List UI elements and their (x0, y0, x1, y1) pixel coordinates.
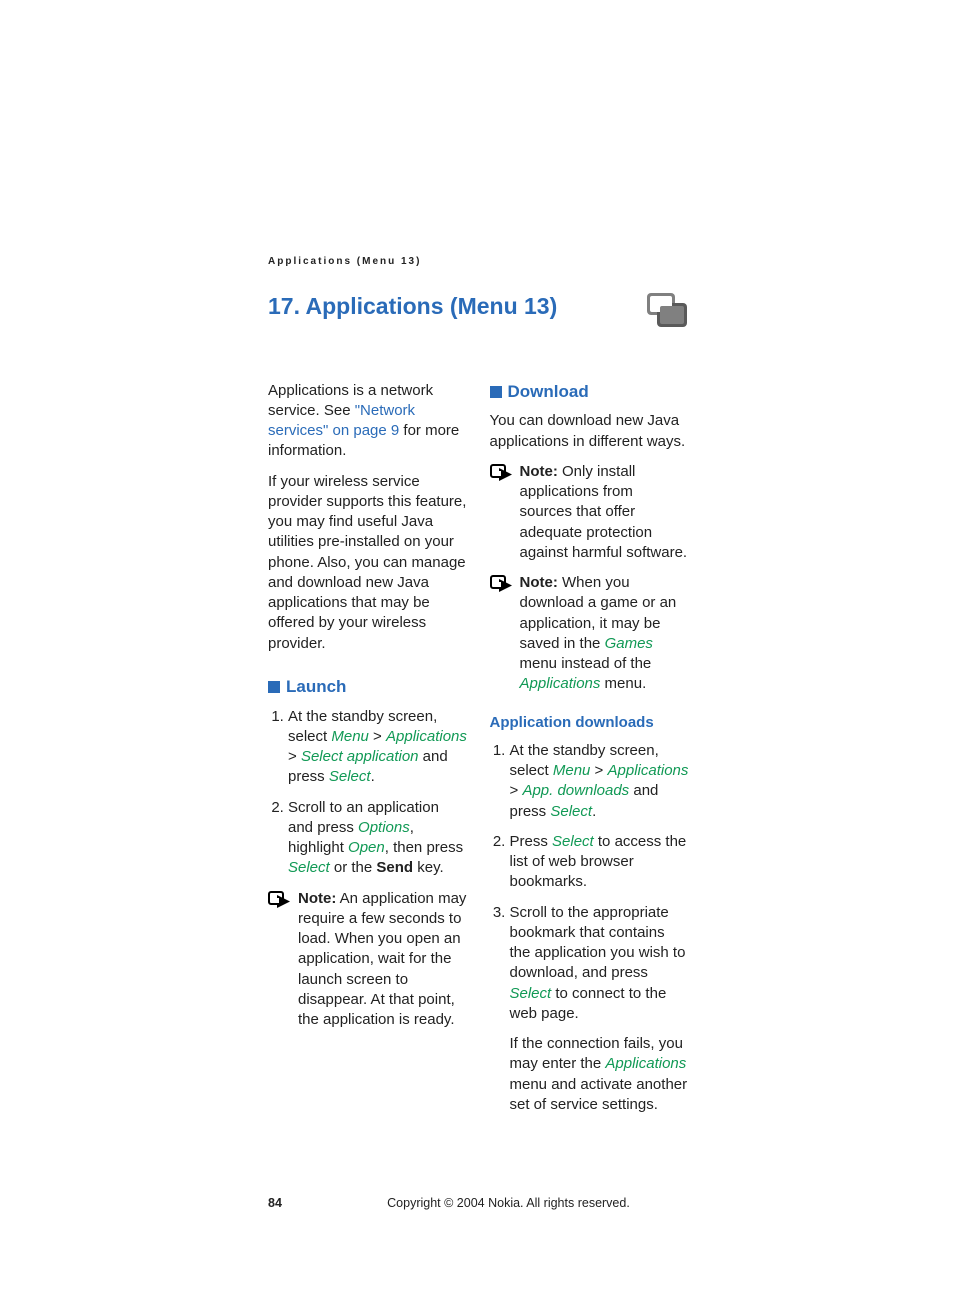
text: > (590, 762, 607, 779)
menu-term: Applications (608, 762, 689, 779)
note-icon (268, 889, 290, 1031)
text: . (371, 768, 375, 785)
menu-term: Select application (301, 748, 419, 765)
download-heading: Download (490, 381, 690, 404)
launch-list: At the standby screen, select Menu > App… (268, 707, 468, 879)
menu-term: Menu (553, 762, 591, 779)
page-number: 84 (268, 1195, 328, 1212)
right-column: Download You can download new Java appli… (490, 381, 690, 1126)
follow-on-paragraph: If the connection fails, you may enter t… (510, 1034, 690, 1115)
heading-text: Download (508, 381, 589, 404)
square-bullet-icon (490, 386, 502, 398)
text: An application may require a few seconds… (298, 890, 466, 1029)
note-label: Note: (520, 574, 558, 591)
text: menu and activate another set of service… (510, 1076, 688, 1113)
menu-term: Select (288, 859, 330, 876)
launch-heading: Launch (268, 676, 468, 699)
content-columns: Applications is a network service. See "… (268, 381, 689, 1126)
app-downloads-heading: Application downloads (490, 713, 690, 733)
menu-term: Options (358, 819, 410, 836)
square-bullet-icon (268, 681, 280, 693)
page-footer: 84 Copyright © 2004 Nokia. All rights re… (268, 1195, 689, 1212)
text: Scroll to the appropriate bookmark that … (510, 904, 686, 982)
menu-term: Menu (331, 728, 369, 745)
text: key. (413, 859, 444, 876)
text: , then press (385, 839, 463, 856)
text: > (369, 728, 386, 745)
left-column: Applications is a network service. See "… (268, 381, 468, 1126)
chapter-title: 17. Applications (Menu 13) (268, 291, 557, 322)
text: Press (510, 833, 553, 850)
text: menu. (600, 675, 646, 692)
menu-term: Select (552, 833, 594, 850)
note-text: Note: Only install applications from sou… (520, 462, 690, 563)
menu-term: Applications (520, 675, 601, 692)
menu-term: Select (329, 768, 371, 785)
note-text: Note: An application may require a few s… (298, 889, 468, 1031)
text: . (592, 803, 596, 820)
menu-term: Games (605, 635, 653, 652)
intro-p2: If your wireless service provider suppor… (268, 472, 468, 654)
list-item: Scroll to an application and press Optio… (288, 798, 468, 879)
running-head: Applications (Menu 13) (268, 255, 689, 269)
title-row: 17. Applications (Menu 13) (268, 291, 689, 331)
text: menu instead of the (520, 655, 652, 672)
applications-icon (643, 291, 689, 331)
intro-p1: Applications is a network service. See "… (268, 381, 468, 462)
menu-term: Applications (386, 728, 467, 745)
list-item: At the standby screen, select Menu > App… (288, 707, 468, 788)
menu-term: Select (550, 803, 592, 820)
note-label: Note: (520, 463, 558, 480)
text: > (288, 748, 301, 765)
heading-text: Launch (286, 676, 346, 699)
download-note-2: Note: When you download a game or an app… (490, 573, 690, 695)
note-text: Note: When you download a game or an app… (520, 573, 690, 695)
note-icon (490, 462, 512, 563)
download-note-1: Note: Only install applications from sou… (490, 462, 690, 563)
text: > (510, 782, 523, 799)
menu-term: Open (348, 839, 385, 856)
note-icon (490, 573, 512, 695)
copyright-text: Copyright © 2004 Nokia. All rights reser… (328, 1195, 689, 1212)
menu-term: Select (510, 985, 552, 1002)
download-intro: You can download new Java applications i… (490, 411, 690, 452)
page: Applications (Menu 13) 17. Applications … (0, 0, 954, 1312)
list-item: Scroll to the appropriate bookmark that … (510, 903, 690, 1025)
note-label: Note: (298, 890, 336, 907)
list-item: Press Select to access the list of web b… (510, 832, 690, 893)
launch-note: Note: An application may require a few s… (268, 889, 468, 1031)
key-name: Send (376, 859, 413, 876)
menu-term: App. downloads (522, 782, 629, 799)
menu-term: Applications (605, 1055, 686, 1072)
list-item: At the standby screen, select Menu > App… (510, 741, 690, 822)
text: or the (330, 859, 377, 876)
app-downloads-list: At the standby screen, select Menu > App… (490, 741, 690, 1024)
